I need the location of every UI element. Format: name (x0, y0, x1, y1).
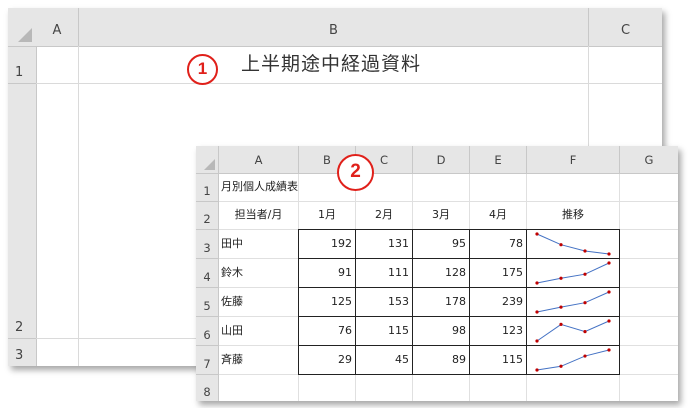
value-cell[interactable]: 78 (470, 230, 523, 258)
value-cell[interactable]: 153 (356, 288, 409, 316)
sparkline-point (607, 261, 611, 265)
row-header-8[interactable]: 8 (196, 375, 219, 401)
select-all-corner[interactable] (8, 8, 37, 47)
row-header-1[interactable]: 1 (196, 174, 219, 202)
sparkline-point (559, 364, 563, 368)
header-cell[interactable]: 2月 (356, 201, 412, 229)
header-cell[interactable]: 1月 (299, 201, 355, 229)
select-all-triangle-icon (204, 159, 215, 170)
value-cell[interactable]: 131 (356, 230, 409, 258)
row-header-2[interactable]: 2 (8, 84, 37, 339)
sparkline-point (607, 348, 611, 352)
sparkline-point (535, 281, 539, 285)
value-cell[interactable]: 128 (413, 259, 466, 287)
column-header-c[interactable]: C (589, 8, 662, 47)
name-cell[interactable]: 佐藤 (221, 288, 243, 316)
header-cell[interactable]: 推移 (527, 201, 619, 229)
value-cell[interactable]: 89 (413, 346, 466, 374)
value-cell[interactable]: 175 (470, 259, 523, 287)
sparkline-point (583, 354, 587, 358)
header-cell[interactable]: 3月 (413, 201, 469, 229)
sparkline-point (559, 305, 563, 309)
sparkline-3 (536, 291, 610, 313)
column-header-a[interactable]: A (36, 8, 79, 47)
value-cell[interactable]: 178 (413, 288, 466, 316)
column-header-g[interactable]: G (620, 146, 678, 174)
value-cell[interactable]: 45 (356, 346, 409, 374)
marker-two-badge: 2 (337, 154, 374, 191)
sparkline-point (535, 339, 539, 343)
sparkline-2 (536, 262, 610, 284)
column-header-b[interactable]: B (79, 8, 589, 47)
sparkline-5 (536, 349, 610, 371)
marker-one-badge: 1 (187, 54, 218, 85)
value-cell[interactable]: 91 (299, 259, 352, 287)
name-cell[interactable]: 山田 (221, 317, 243, 345)
value-cell[interactable]: 115 (356, 317, 409, 345)
sparkline-point (559, 322, 563, 327)
column-header-f[interactable]: F (527, 146, 620, 174)
sparkline-point (559, 243, 563, 247)
sparkline-point (535, 368, 539, 372)
value-cell[interactable]: 76 (299, 317, 352, 345)
row-header-5[interactable]: 5 (196, 288, 219, 317)
sparkline-layer (535, 232, 611, 372)
value-cell[interactable]: 125 (299, 288, 352, 316)
select-all-triangle-icon (18, 28, 32, 42)
sparkline-point (583, 301, 587, 305)
sparkline-point (583, 272, 587, 276)
row-header-7[interactable]: 7 (196, 346, 219, 375)
value-cell[interactable]: 95 (413, 230, 466, 258)
sparkline-4 (536, 320, 610, 342)
sheet-title[interactable]: 上半期途中経過資料 (241, 49, 421, 76)
value-cell[interactable]: 98 (413, 317, 466, 345)
sheet-title[interactable]: 月別個人成績表 (221, 173, 298, 201)
select-all-corner[interactable] (196, 146, 219, 174)
sparkline-point (607, 290, 611, 294)
row-header-1[interactable]: 1 (8, 47, 37, 84)
sparkline-point (535, 232, 539, 236)
front-spreadsheet: A B C D E F G 1 2 3 4 5 6 7 8 月別個人成績表 担当… (196, 146, 678, 401)
header-cell[interactable]: 担当者/月 (219, 201, 298, 229)
row-header-2[interactable]: 2 (196, 202, 219, 230)
value-cell[interactable]: 111 (356, 259, 409, 287)
sparkline-point (607, 252, 611, 256)
row-header-6[interactable]: 6 (196, 317, 219, 346)
column-header-d[interactable]: D (413, 146, 470, 174)
header-cell[interactable]: 4月 (470, 201, 526, 229)
sparkline-point (535, 310, 539, 314)
row-header-4[interactable]: 4 (196, 259, 219, 288)
sparkline-1 (536, 233, 610, 255)
value-cell[interactable]: 239 (470, 288, 523, 316)
sparkline-point (583, 330, 587, 334)
row-header-3[interactable]: 3 (8, 339, 37, 366)
sparkline-point (607, 319, 611, 323)
name-cell[interactable]: 斉藤 (221, 346, 243, 374)
value-cell[interactable]: 123 (470, 317, 523, 345)
name-cell[interactable]: 田中 (221, 230, 243, 258)
value-cell[interactable]: 29 (299, 346, 352, 374)
sparkline-point (583, 249, 587, 253)
value-cell[interactable]: 115 (470, 346, 523, 374)
value-cell[interactable]: 192 (299, 230, 352, 258)
column-header-e[interactable]: E (470, 146, 527, 174)
column-header-a[interactable]: A (219, 146, 299, 174)
row-header-3[interactable]: 3 (196, 230, 219, 259)
sparkline-point (559, 276, 563, 280)
name-cell[interactable]: 鈴木 (221, 259, 243, 287)
